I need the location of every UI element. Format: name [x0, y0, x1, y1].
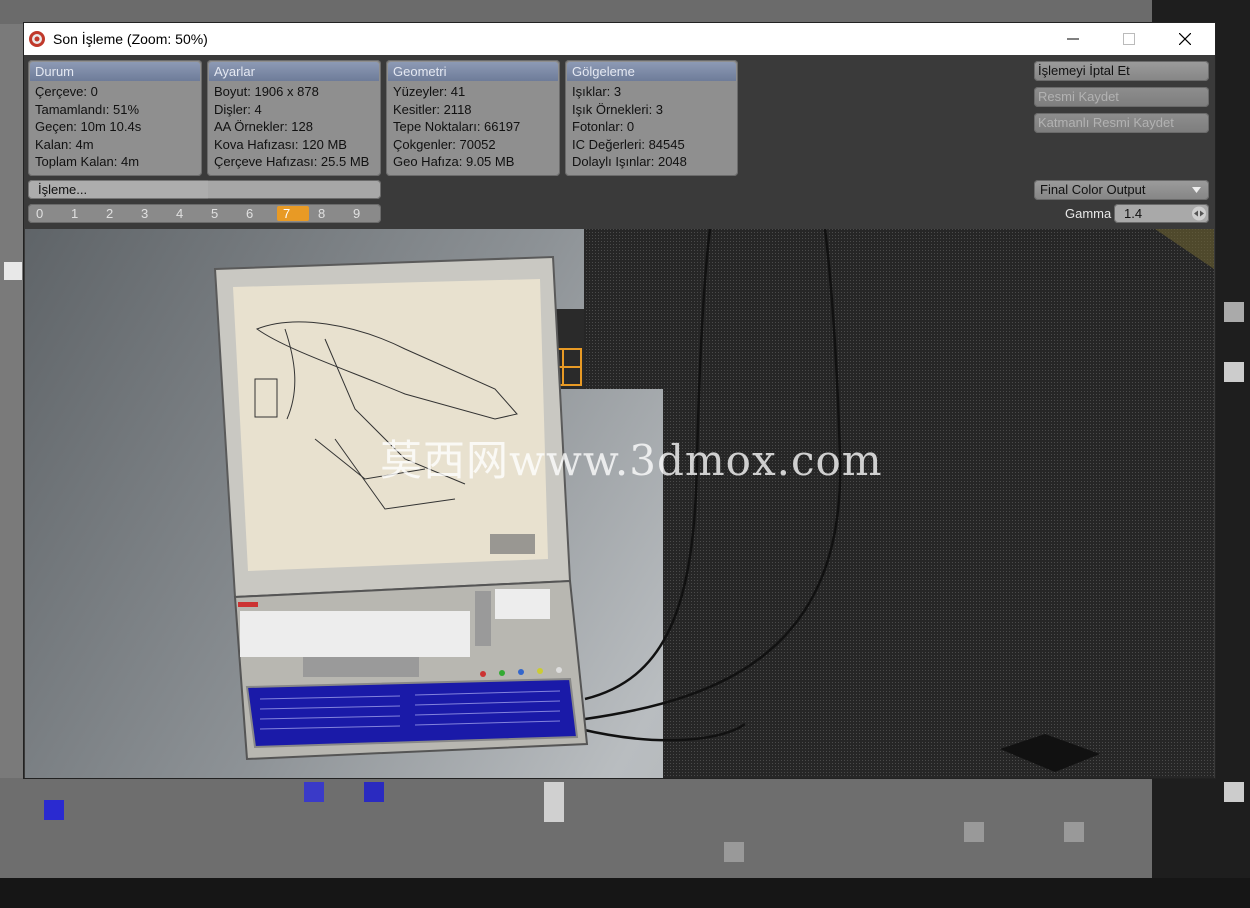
background-pixel — [1064, 822, 1084, 842]
background-pixel — [1224, 362, 1244, 382]
minimize-button[interactable] — [1050, 23, 1096, 55]
render-window: Son İşleme (Zoom: 50%) Durum Çerçeve: 0 … — [24, 23, 1215, 778]
background-pixel — [364, 782, 384, 802]
status-remaining: Kalan: 4m — [35, 136, 94, 152]
desktop-background-left — [0, 24, 25, 778]
gamma-input[interactable]: 1.4 — [1114, 204, 1209, 223]
gamma-label: Gamma — [1065, 206, 1112, 221]
status-completed: Tamamlandı: 51% — [35, 101, 140, 117]
frame-0[interactable]: 0 — [30, 206, 62, 221]
geometry-polygons: Çokgenler: 70052 — [393, 136, 496, 152]
shading-indirect-rays: Dolaylı Işınlar: 2048 — [572, 154, 687, 169]
rendered-image — [213, 229, 1214, 778]
frame-5[interactable]: 5 — [205, 206, 237, 221]
geometry-sections: Kesitler: 2118 — [393, 101, 472, 117]
geometry-panel: Geometri Yüzeyler: 41 Kesitler: 2118 Tep… — [386, 60, 560, 176]
frame-8[interactable]: 8 — [312, 206, 344, 221]
geometry-surfaces: Yüzeyler: 41 — [393, 84, 466, 99]
frame-3[interactable]: 3 — [135, 206, 167, 221]
settings-bucket-memory: Kova Hafızası: 120 MB — [214, 136, 347, 152]
shading-lights: Işıklar: 3 — [572, 84, 622, 99]
status-elapsed: Geçen: 10m 10.4s — [35, 119, 142, 134]
background-pixel — [1224, 782, 1244, 802]
frame-6[interactable]: 6 — [240, 206, 272, 221]
gamma-value: 1.4 — [1124, 206, 1143, 221]
settings-panel-title: Ayarlar — [209, 62, 379, 81]
chevron-down-icon — [1192, 187, 1201, 193]
cancel-render-button[interactable]: İşlemeyi İptal Et — [1034, 61, 1209, 81]
settings-threads: Dişler: 4 — [214, 101, 262, 117]
title-bar[interactable]: Son İşleme (Zoom: 50%) — [24, 23, 1215, 55]
settings-frame-memory: Çerçeve Hafızası: 25.5 MB — [214, 154, 370, 169]
background-pixel — [544, 782, 564, 822]
status-frame: Çerçeve: 0 — [35, 84, 98, 99]
geometry-panel-title: Geometri — [388, 62, 558, 81]
background-pixel — [724, 842, 744, 862]
spinner-arrows-icon[interactable] — [1191, 206, 1207, 221]
save-image-button[interactable]: Resmi Kaydet — [1034, 87, 1209, 107]
maximize-button[interactable] — [1106, 23, 1152, 55]
frame-2[interactable]: 2 — [100, 206, 132, 221]
maximize-icon — [1123, 33, 1135, 45]
close-icon — [1179, 33, 1191, 45]
background-pixel — [44, 800, 64, 820]
settings-panel: Ayarlar Boyut: 1906 x 878 Dişler: 4 AA Ö… — [207, 60, 381, 176]
shading-panel: Gölgeleme Işıklar: 3 Işık Örnekleri: 3 F… — [565, 60, 738, 176]
geometry-memory: Geo Hafıza: 9.05 MB — [393, 154, 515, 169]
save-layered-image-button[interactable]: Katmanlı Resmi Kaydet — [1034, 113, 1209, 133]
shading-photons: Fotonlar: 0 — [572, 119, 635, 134]
shading-ic-values: IC Değerleri: 84545 — [572, 136, 685, 152]
desktop-background-top — [0, 0, 1250, 24]
frame-1[interactable]: 1 — [65, 206, 97, 221]
background-pixel — [1224, 302, 1244, 322]
render-progress-label: İşleme... — [38, 182, 88, 197]
render-viewport[interactable]: 莫西网www.3dmox.com — [25, 229, 1214, 778]
output-select-value: Final Color Output — [1040, 182, 1146, 197]
watermark-text: 莫西网www.3dmox.com — [380, 436, 883, 485]
background-pixel — [304, 782, 324, 802]
frame-9[interactable]: 9 — [347, 206, 379, 221]
frame-4[interactable]: 4 — [170, 206, 202, 221]
output-select[interactable]: Final Color Output — [1034, 180, 1209, 200]
window-title: Son İşleme (Zoom: 50%) — [53, 31, 208, 47]
background-pixel — [4, 262, 22, 280]
render-progress-bar: İşleme... — [28, 180, 381, 199]
geometry-vertices: Tepe Noktaları: 66197 — [393, 119, 521, 134]
status-panel: Durum Çerçeve: 0 Tamamlandı: 51% Geçen: … — [28, 60, 202, 176]
settings-aa-samples: AA Örnekler: 128 — [214, 119, 313, 134]
status-panel-title: Durum — [30, 62, 200, 81]
background-pixel — [964, 822, 984, 842]
close-button[interactable] — [1162, 23, 1208, 55]
frame-selector: 0 1 2 3 4 5 6 7 8 9 — [28, 204, 381, 223]
status-total-remaining: Toplam Kalan: 4m — [35, 154, 140, 169]
shading-panel-title: Gölgeleme — [567, 62, 736, 81]
frame-7[interactable]: 7 — [277, 206, 309, 221]
minimize-icon — [1067, 38, 1079, 40]
render-app-icon — [28, 30, 46, 48]
settings-size: Boyut: 1906 x 878 — [214, 84, 319, 99]
shading-light-samples: Işık Örnekleri: 3 — [572, 101, 664, 117]
desktop-taskbar-strip — [0, 878, 1250, 908]
